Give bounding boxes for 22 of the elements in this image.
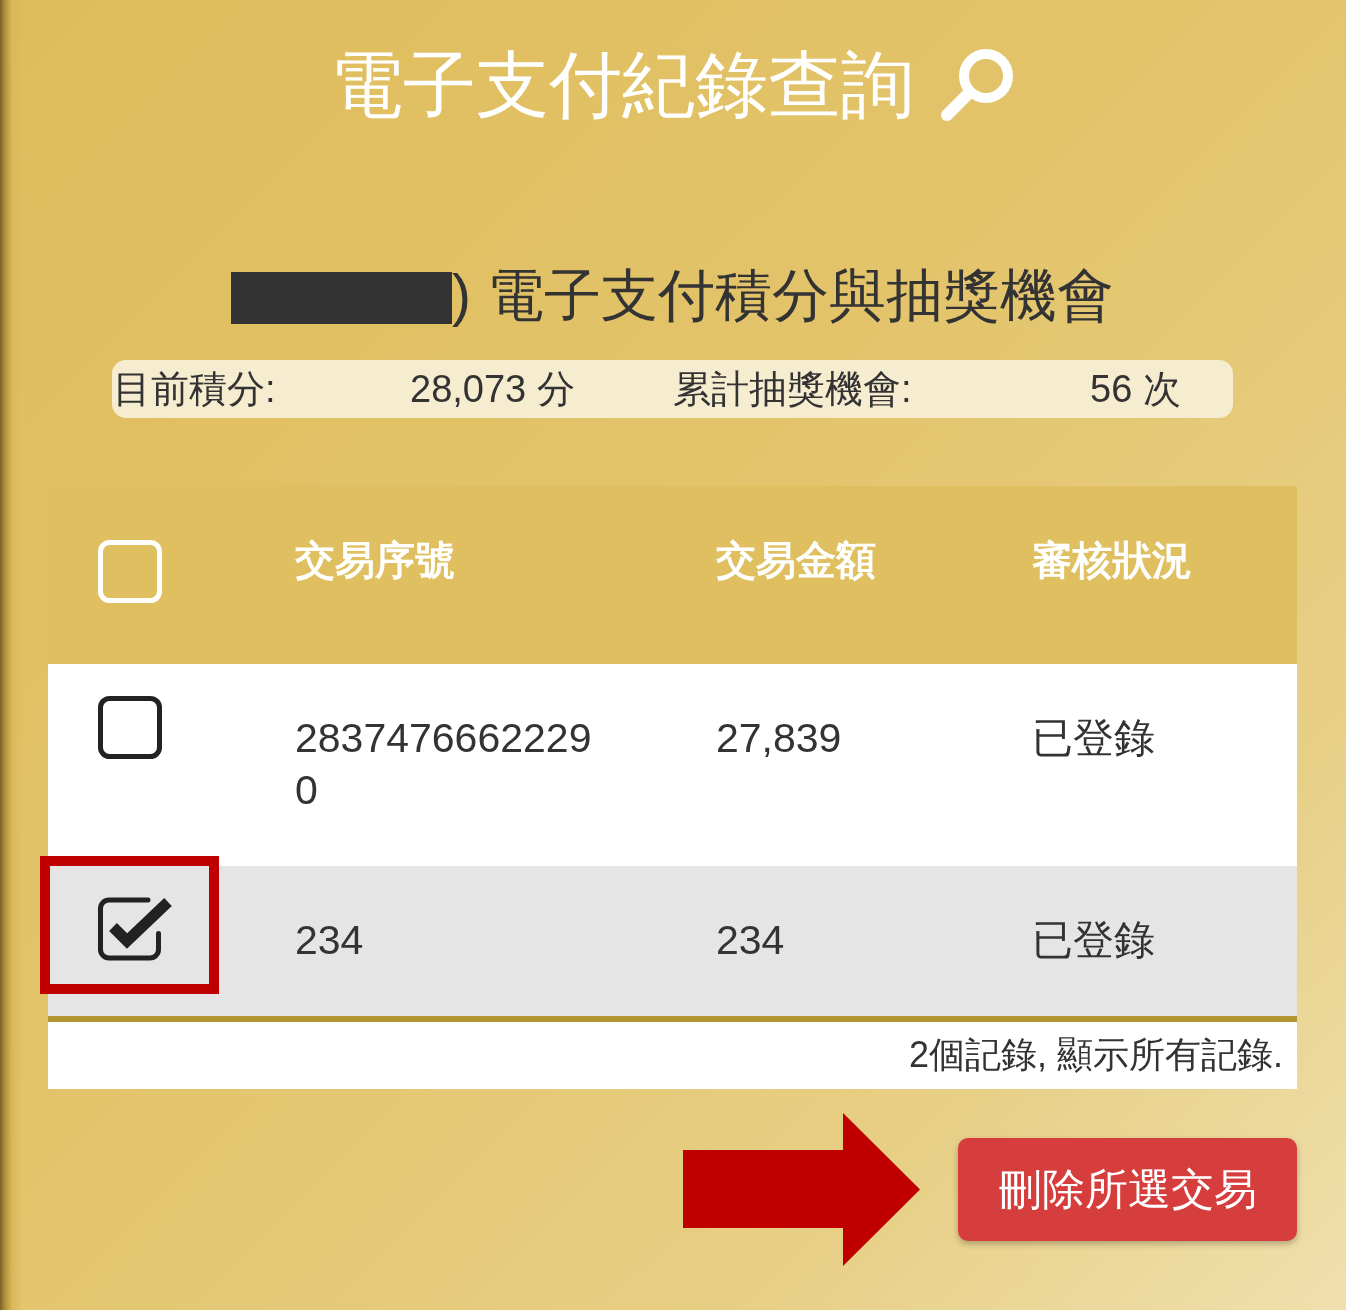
table-cell-text: 234 bbox=[295, 916, 364, 965]
column-header: 審核狀況 bbox=[1032, 537, 1192, 584]
draws-value: 56 次 bbox=[1090, 366, 1181, 412]
column-header: 交易序號 bbox=[295, 537, 455, 584]
table-row[interactable]: 234 234 已登錄 bbox=[48, 866, 1297, 1016]
page-title: 電子支付紀錄查詢 bbox=[329, 43, 914, 127]
points-label: 目前積分: bbox=[113, 366, 276, 412]
table-cell-text: 已登錄 bbox=[1032, 714, 1155, 763]
row-checkbox[interactable] bbox=[98, 696, 162, 759]
section-heading: ) 電子支付積分與抽獎機會 bbox=[452, 262, 1114, 329]
record-count: 2個記錄, 顯示所有記錄. bbox=[908, 1033, 1283, 1077]
points-value: 28,073 分 bbox=[410, 366, 575, 412]
table-row[interactable]: 28374766622290 27,839 已登錄 bbox=[48, 664, 1297, 866]
table-cell-text: 已登錄 bbox=[1032, 916, 1155, 965]
draws-label: 累計抽獎機會: bbox=[673, 366, 912, 412]
select-all-checkbox[interactable] bbox=[98, 540, 162, 603]
table-cell-text: 28374766622290 bbox=[295, 714, 593, 815]
table-cell-text: 234 bbox=[716, 916, 785, 965]
column-header: 交易金額 bbox=[716, 537, 876, 584]
table-cell-text: 27,839 bbox=[716, 714, 842, 763]
row-checkbox[interactable] bbox=[98, 895, 174, 961]
delete-button[interactable]: 刪除所選交易 bbox=[958, 1138, 1297, 1241]
